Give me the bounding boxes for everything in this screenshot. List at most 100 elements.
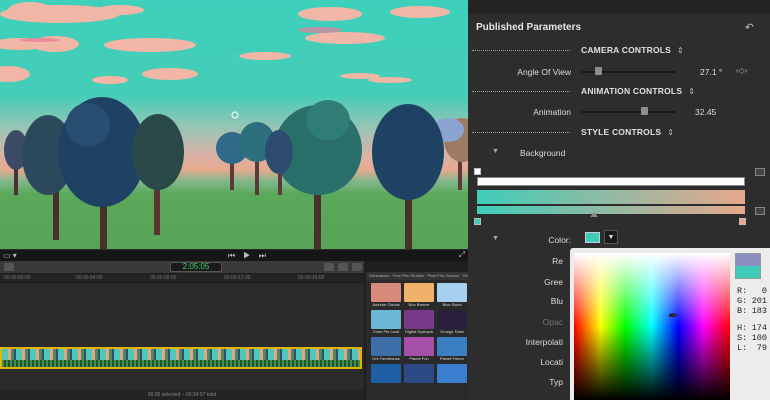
section-label: STYLE CONTROLS (581, 127, 662, 137)
background-label: Background (520, 148, 566, 158)
inspector-panel: Published Parameters ↶ CAMERA CONTROLS ⇕ … (468, 0, 770, 400)
hue-value-row: H: 174 (737, 323, 767, 333)
angle-of-view-label: Angle Of View (517, 67, 571, 77)
gradient-midpoint-icon[interactable] (590, 212, 598, 217)
generator-label: Autumn Clouds (372, 302, 400, 307)
timeline-clip[interactable] (0, 347, 362, 369)
generator-item[interactable]: Blue Skies (437, 283, 467, 309)
eyedropper-icon[interactable]: ✒ (668, 308, 679, 324)
generator-label: Cube Pin Land (372, 329, 400, 334)
view-options-dropdown[interactable]: ▭ ▾ (3, 251, 17, 260)
generator-thumbnail (371, 310, 401, 329)
crosshair-icon[interactable] (231, 111, 239, 119)
playback-controls[interactable]: ⏮ ▶ ⏭ (228, 251, 269, 261)
generator-item[interactable]: Grunge Town (437, 310, 467, 336)
undo-icon[interactable]: ↶ (745, 21, 754, 34)
generator-thumbnail (404, 283, 434, 302)
color-preview (735, 253, 761, 279)
generator-item[interactable]: Autumn Clouds (371, 283, 401, 309)
generator-label: Grunge Town (440, 329, 464, 334)
location-label: Locati (540, 357, 563, 367)
canvas-viewer[interactable] (0, 0, 468, 249)
ruler-label: 00:00:00:00 (4, 275, 31, 281)
timeline-ruler[interactable]: 00:00:00:00 00:00:04:00 00:00:08:00 00:0… (0, 274, 364, 283)
opacity-gradient-bar[interactable] (477, 177, 745, 186)
interpolation-label: Interpolati (525, 337, 563, 347)
generator-label: Gnt Farmhouse (372, 356, 400, 361)
track-area[interactable] (0, 285, 364, 390)
ruler-label: 00:00:16:00 (298, 275, 325, 281)
generator-label: Planet Future (439, 356, 464, 361)
generators-header: Generators · Free Film Studies · Pixel F… (366, 272, 468, 280)
updown-icon: ⇕ (667, 128, 675, 137)
section-label: CAMERA CONTROLS (581, 45, 672, 55)
color-swatch[interactable] (585, 232, 600, 243)
viewer-controls: ▭ ▾ ⏮ ▶ ⏭ ⤢ (0, 249, 468, 261)
keyframe-nav-icon[interactable]: ‹◇› (736, 66, 747, 75)
animation-slider[interactable] (581, 107, 676, 115)
clip-filmstrip (2, 349, 360, 360)
disclosure-triangle-icon[interactable]: ▼ (492, 148, 499, 155)
red-value-row: R: 0 (737, 286, 767, 296)
saturation-value: 100 (751, 333, 767, 343)
generator-item[interactable]: Gnt Farmhouse (371, 337, 401, 363)
ruler-label: 00:00:12:00 (224, 275, 251, 281)
gradient-preset-icon[interactable] (755, 168, 765, 176)
animation-value[interactable]: 32.45 (695, 107, 716, 117)
generator-item[interactable]: Cube Pin Land (371, 310, 401, 336)
generator-item[interactable]: Boo Breeze (404, 283, 434, 309)
generator-label: Digital Dystopia (405, 329, 433, 334)
gradient-stop-white[interactable] (474, 168, 481, 175)
clip-audio-waveform (2, 360, 360, 367)
ruler-label: 00:00:08:00 (150, 275, 177, 281)
settings-icon[interactable] (352, 263, 362, 271)
color-gradient-bar[interactable] (477, 190, 745, 204)
type-label: Typ (549, 377, 563, 387)
animation-param-label: Animation (533, 107, 571, 117)
color-dropdown[interactable]: ▼ (604, 230, 618, 244)
red-label: Re (552, 256, 563, 266)
gradient-stop-teal[interactable] (474, 218, 481, 225)
color-picker-popover: ✒ R: 0 G: 201 B: 183 H: 174 S: 100 L: 79 (570, 248, 770, 400)
generator-thumbnail (437, 364, 467, 383)
color-label: Color: (548, 235, 571, 245)
generator-item[interactable] (437, 364, 467, 390)
blue-value-row: B: 183 (737, 306, 767, 316)
inspector-title: Published Parameters (476, 22, 582, 33)
angle-of-view-value[interactable]: 27.1 ° (700, 67, 722, 77)
style-controls-section[interactable]: STYLE CONTROLS ⇕ (581, 127, 674, 137)
generator-item[interactable] (371, 364, 401, 390)
generator-thumbnail (371, 337, 401, 356)
green-value: 201 (751, 296, 767, 306)
spectrum-lightness (574, 253, 730, 400)
animation-controls-section[interactable]: ANIMATION CONTROLS ⇕ (581, 86, 695, 96)
gradient-stop-peach[interactable] (739, 218, 746, 225)
camera-controls-section[interactable]: CAMERA CONTROLS ⇕ (581, 45, 684, 55)
ruler-label: 00:00:04:00 (76, 275, 103, 281)
opacity-label: Opac (542, 317, 563, 327)
red-value: 0 (761, 286, 767, 296)
generator-item[interactable] (404, 364, 434, 390)
chevron-down-icon: ▼ (607, 234, 615, 241)
generator-thumbnail (437, 283, 467, 302)
generators-browser: Generators · Free Film Studies · Pixel F… (366, 272, 468, 400)
generator-item[interactable]: Digital Dystopia (404, 310, 434, 336)
generator-label: Boo Breeze (408, 302, 430, 307)
fullscreen-icon[interactable]: ⤢ (459, 250, 465, 260)
audio-meter-icon[interactable] (324, 263, 334, 271)
hue-value: 174 (751, 323, 767, 333)
gradient-preset-icon[interactable] (755, 207, 765, 215)
generator-label: Blue Skies (442, 302, 462, 307)
slider-thumb[interactable] (640, 107, 648, 115)
snapping-icon[interactable] (338, 263, 348, 271)
slider-thumb[interactable] (595, 67, 603, 75)
generator-thumbnail (437, 337, 467, 356)
generator-thumbnail (371, 283, 401, 302)
generator-item[interactable]: Planet Fun (404, 337, 434, 363)
updown-icon: ⇕ (677, 46, 684, 55)
updown-icon: ⇕ (688, 87, 696, 96)
generator-item[interactable]: Planet Future (437, 337, 467, 363)
color-spectrum[interactable] (574, 253, 730, 400)
angle-of-view-slider[interactable] (581, 67, 676, 75)
tool-icon[interactable] (4, 263, 14, 271)
